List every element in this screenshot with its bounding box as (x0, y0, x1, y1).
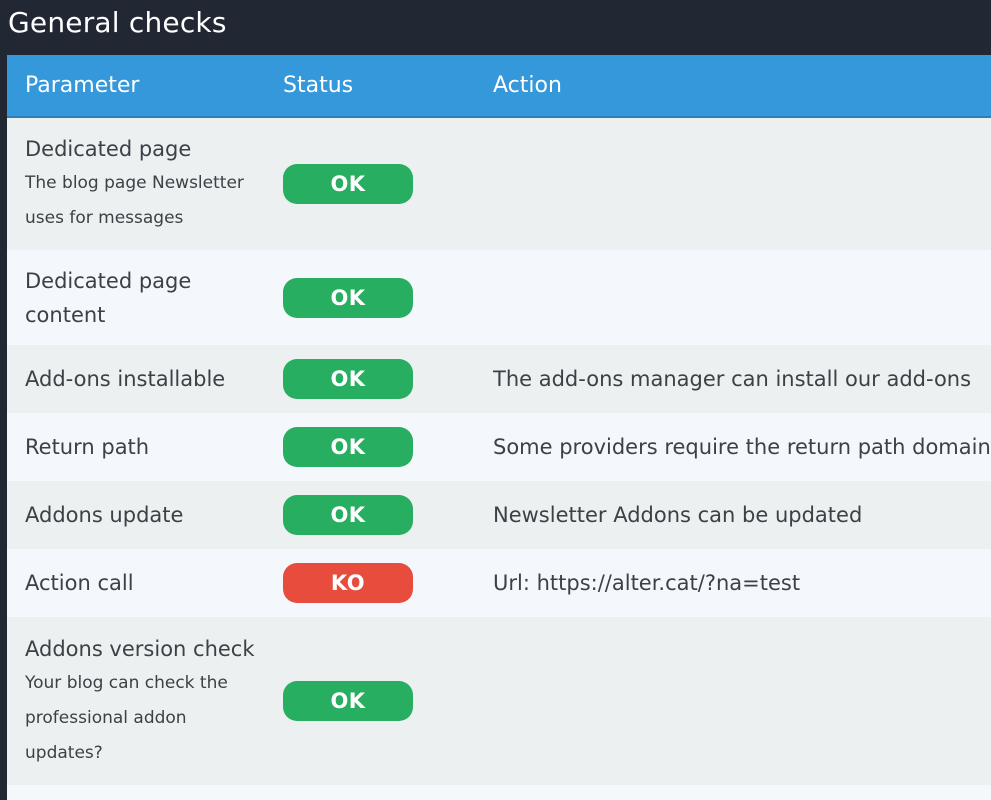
table-row (7, 785, 991, 800)
status-cell: OK (265, 250, 475, 345)
parameter-name: Action call (25, 571, 134, 595)
table-row: Addons version check Your blog can check… (7, 617, 991, 785)
parameter-description: professional addon (25, 707, 187, 728)
column-header-status: Status (265, 55, 475, 118)
status-badge: OK (283, 359, 413, 399)
general-checks-table: Parameter Status Action Dedicated page T… (7, 55, 991, 800)
parameter-cell: Add-ons installable (7, 345, 265, 413)
action-cell (475, 250, 991, 345)
action-cell (475, 117, 991, 250)
parameter-cell: Addons version check Your blog can check… (7, 617, 265, 785)
parameter-name: Addons version check (25, 636, 255, 661)
status-cell: KO (265, 549, 475, 617)
column-header-action: Action (475, 55, 991, 118)
parameter-name: Dedicated page (25, 137, 192, 161)
parameter-description: uses for messages (25, 208, 184, 228)
status-badge: OK (283, 495, 413, 535)
action-cell: The add-ons manager can install our add-… (475, 345, 991, 413)
table-row: Dedicated page The blog page Newsletter … (7, 117, 991, 250)
action-text: Newsletter Addons can be updated (493, 503, 863, 527)
status-cell: OK (265, 117, 475, 250)
action-cell: Some providers require the return path d… (475, 413, 991, 481)
status-cell: OK (265, 345, 475, 413)
parameter-cell: Return path (7, 413, 265, 481)
action-text: The add-ons manager can install our add-… (493, 367, 972, 391)
parameter-name: Addons update (25, 503, 184, 527)
column-header-parameter: Parameter (7, 55, 265, 118)
checks-panel: Parameter Status Action Dedicated page T… (7, 55, 991, 800)
parameter-cell (7, 785, 265, 800)
table-row: Action call KO Url: https://alter.cat/?n… (7, 549, 991, 617)
status-cell (265, 785, 475, 800)
action-cell: Url: https://alter.cat/?na=test (475, 549, 991, 617)
status-badge: OK (283, 681, 413, 721)
parameter-cell: Action call (7, 549, 265, 617)
table-row: Return path OK Some providers require th… (7, 413, 991, 481)
table-header: Parameter Status Action (7, 55, 991, 118)
parameter-description: updates? (25, 742, 103, 763)
status-badge: OK (283, 164, 413, 204)
status-badge: OK (283, 427, 413, 467)
status-cell: OK (265, 413, 475, 481)
title-bar: General checks (0, 0, 991, 55)
parameter-description: The blog page Newsletter (25, 173, 244, 193)
parameter-name: Dedicated page (25, 268, 192, 293)
table-row: Add-ons installable OK The add-ons manag… (7, 345, 991, 413)
parameter-cell: Dedicated page The blog page Newsletter … (7, 117, 265, 250)
parameter-name-continued: content (25, 302, 106, 327)
page-title: General checks (8, 6, 227, 39)
status-cell: OK (265, 617, 475, 785)
parameter-name: Return path (25, 435, 150, 459)
parameter-cell: Dedicated page content (7, 250, 265, 345)
action-text: Some providers require the return path d… (493, 435, 991, 459)
parameter-name: Add-ons installable (25, 367, 226, 391)
table-row: Addons update OK Newsletter Addons can b… (7, 481, 991, 549)
action-cell: Newsletter Addons can be updated (475, 481, 991, 549)
action-cell (475, 617, 991, 785)
status-cell: OK (265, 481, 475, 549)
parameter-description: Your blog can check the (25, 672, 228, 693)
table-row: Dedicated page content OK (7, 250, 991, 345)
status-badge: KO (283, 563, 413, 603)
parameter-cell: Addons update (7, 481, 265, 549)
status-badge: OK (283, 277, 413, 318)
action-cell (475, 785, 991, 800)
action-text: Url: https://alter.cat/?na=test (493, 571, 801, 595)
